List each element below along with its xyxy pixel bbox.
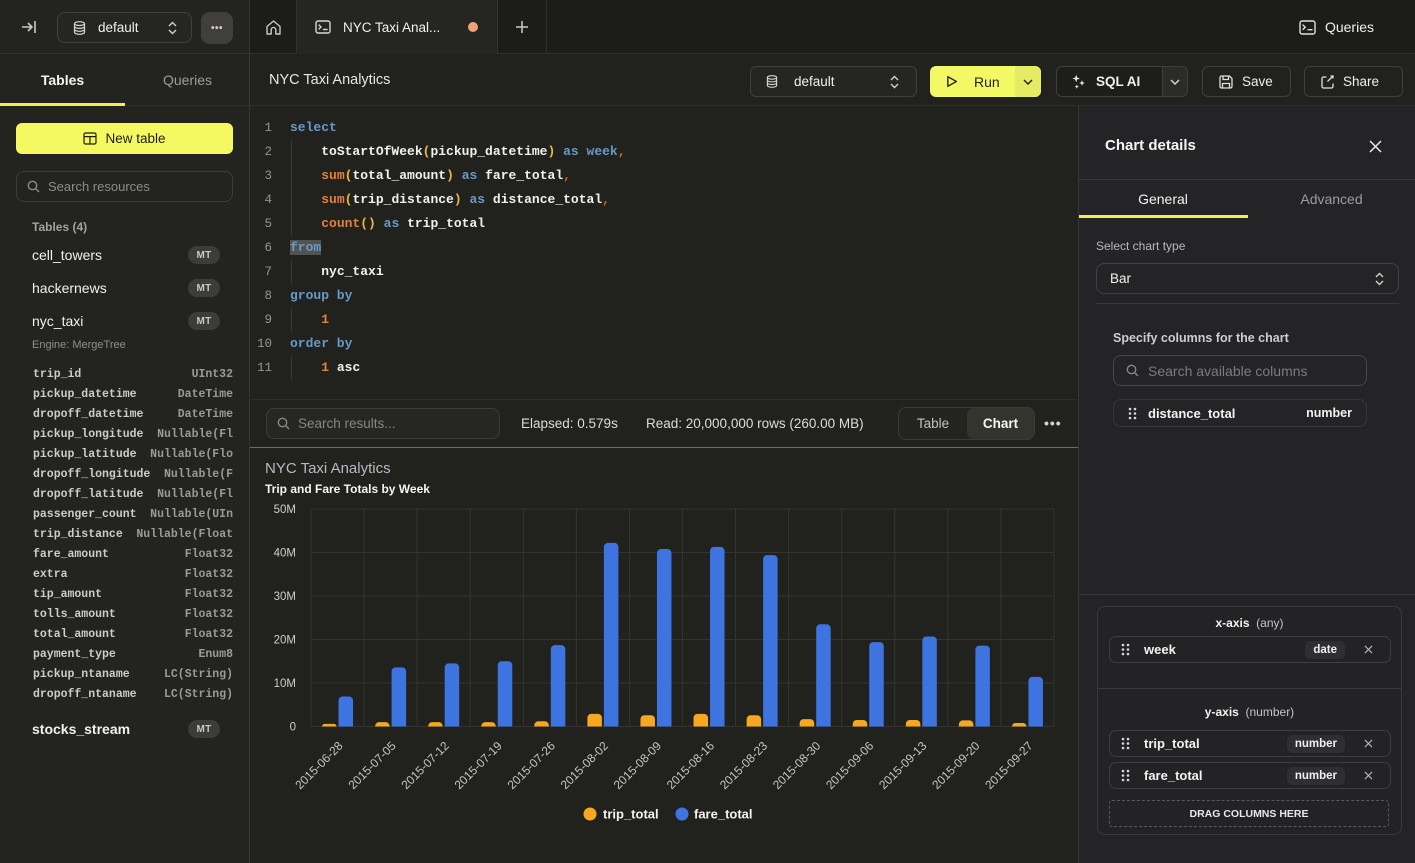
svg-text:40M: 40M — [274, 548, 296, 560]
svg-text:2015-07-19: 2015-07-19 — [452, 738, 506, 792]
svg-text:2015-08-02: 2015-08-02 — [558, 738, 612, 792]
svg-text:10M: 10M — [274, 678, 296, 690]
svg-text:2015-08-16: 2015-08-16 — [664, 738, 718, 792]
svg-text:2015-06-28: 2015-06-28 — [292, 738, 346, 792]
svg-text:2015-09-13: 2015-09-13 — [876, 738, 930, 792]
svg-text:50M: 50M — [274, 504, 296, 516]
svg-text:fare_total: fare_total — [694, 807, 753, 822]
svg-text:2015-08-30: 2015-08-30 — [770, 738, 824, 792]
svg-text:trip_total: trip_total — [603, 807, 659, 822]
svg-text:20M: 20M — [274, 635, 296, 647]
svg-text:2015-07-05: 2015-07-05 — [345, 738, 399, 792]
svg-text:30M: 30M — [274, 591, 296, 603]
svg-text:2015-07-26: 2015-07-26 — [505, 738, 559, 792]
svg-text:0: 0 — [290, 722, 296, 734]
svg-text:2015-09-27: 2015-09-27 — [982, 738, 1036, 792]
svg-text:2015-09-20: 2015-09-20 — [929, 738, 983, 792]
svg-text:2015-09-06: 2015-09-06 — [823, 738, 877, 792]
svg-text:2015-08-09: 2015-08-09 — [611, 738, 665, 792]
svg-text:2015-08-23: 2015-08-23 — [717, 738, 771, 792]
svg-text:2015-07-12: 2015-07-12 — [398, 738, 452, 792]
